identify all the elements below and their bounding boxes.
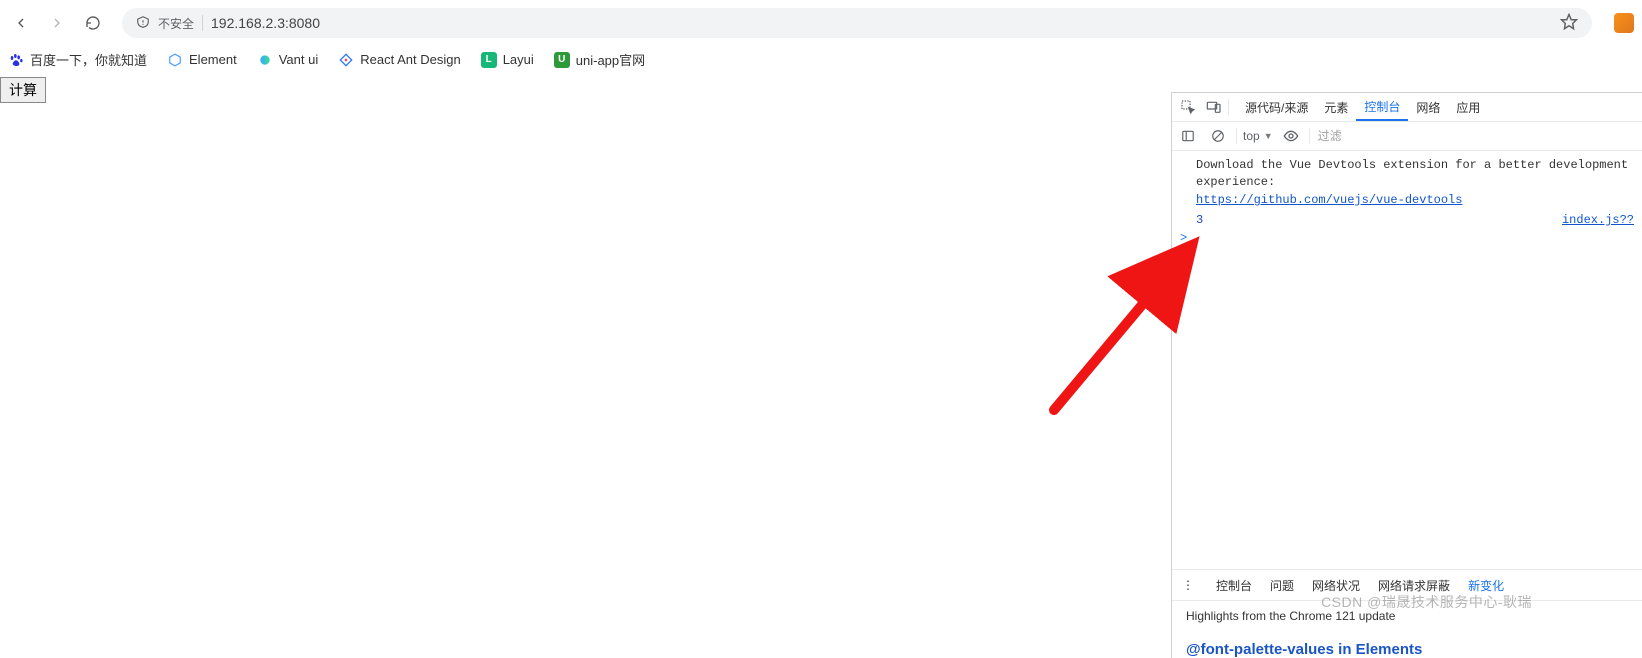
devtools-panel: 源代码/来源 元素 控制台 网络 应用 top ▼ Download the V…: [1171, 92, 1642, 658]
tab-network[interactable]: 网络: [1408, 93, 1448, 121]
bookmark-uniapp[interactable]: U uni-app官网: [554, 50, 645, 69]
tab-sources[interactable]: 源代码/来源: [1237, 93, 1316, 121]
layui-icon: L: [481, 52, 497, 68]
vue-devtools-link[interactable]: https://github.com/vuejs/vue-devtools: [1196, 193, 1462, 207]
inspect-element-icon[interactable]: [1176, 95, 1200, 119]
console-log-source[interactable]: index.js??: [1562, 213, 1634, 227]
console-log-value: 3: [1196, 213, 1562, 227]
device-toolbar-icon[interactable]: [1202, 95, 1226, 119]
address-bar[interactable]: 不安全 192.168.2.3:8080: [122, 8, 1592, 38]
bookmark-layui[interactable]: L Layui: [481, 52, 534, 68]
divider: [202, 15, 203, 31]
context-value: top: [1243, 129, 1260, 143]
bookmark-element[interactable]: Element: [167, 52, 237, 68]
drawer-tab-net-block[interactable]: 网络请求屏蔽: [1378, 577, 1450, 594]
address-url: 192.168.2.3:8080: [211, 15, 1552, 31]
chevron-down-icon: ▼: [1264, 131, 1273, 141]
forward-button[interactable]: [44, 10, 70, 36]
diamond-icon: [338, 52, 354, 68]
more-icon[interactable]: ⋮: [1182, 578, 1194, 592]
tab-elements[interactable]: 元素: [1316, 93, 1356, 121]
vant-icon: [257, 52, 273, 68]
element-icon: [167, 52, 183, 68]
tab-console[interactable]: 控制台: [1356, 93, 1408, 121]
tab-application[interactable]: 应用: [1448, 93, 1488, 121]
whatsnew-highlights: Highlights from the Chrome 121 update: [1172, 600, 1642, 631]
browser-top-bar: 不安全 192.168.2.3:8080: [0, 0, 1642, 46]
whatsnew-headline: @font-palette-values in Elements: [1172, 631, 1642, 658]
drawer-tab-console[interactable]: 控制台: [1216, 577, 1252, 594]
bookmark-baidu[interactable]: 百度一下，你就知道: [8, 50, 147, 69]
divider: [1309, 128, 1310, 144]
devtools-drawer-tabs: ⋮ 控制台 问题 网络状况 网络请求屏蔽 新变化: [1172, 569, 1642, 600]
bookmarks-bar: 百度一下，你就知道 Element Vant ui React Ant Desi…: [0, 46, 1642, 77]
insecure-icon: [136, 15, 150, 32]
console-toolbar: top ▼: [1172, 122, 1642, 151]
uniapp-icon: U: [554, 52, 570, 68]
console-message: Download the Vue Devtools extension for …: [1172, 155, 1642, 211]
divider: [1228, 99, 1229, 115]
sidebar-toggle-icon[interactable]: [1176, 124, 1200, 148]
paw-icon: [8, 52, 24, 68]
clear-console-icon[interactable]: [1206, 124, 1230, 148]
calc-button[interactable]: 计算: [0, 77, 46, 103]
bookmark-label: uni-app官网: [576, 50, 645, 69]
extension-metamask-icon[interactable]: [1614, 13, 1634, 33]
bookmark-react-antd[interactable]: React Ant Design: [338, 52, 460, 68]
console-message-text: Download the Vue Devtools extension for …: [1196, 158, 1635, 189]
console-log-row: 3 index.js??: [1172, 211, 1642, 229]
bookmark-label: Layui: [503, 52, 534, 67]
devtools-topbar: 源代码/来源 元素 控制台 网络 应用: [1172, 93, 1642, 122]
drawer-tab-net-conditions[interactable]: 网络状况: [1312, 577, 1360, 594]
bookmark-label: Vant ui: [279, 52, 319, 67]
drawer-tab-issues[interactable]: 问题: [1270, 577, 1294, 594]
console-prompt[interactable]: >: [1172, 229, 1642, 247]
eye-icon[interactable]: [1279, 124, 1303, 148]
star-icon[interactable]: [1560, 13, 1578, 34]
insecure-label: 不安全: [158, 15, 194, 32]
bookmark-label: Element: [189, 52, 237, 67]
console-filter-input[interactable]: [1316, 128, 1638, 144]
console-body[interactable]: Download the Vue Devtools extension for …: [1172, 151, 1642, 569]
bookmark-label: 百度一下，你就知道: [30, 50, 147, 69]
reload-button[interactable]: [80, 10, 106, 36]
bookmark-label: React Ant Design: [360, 52, 460, 67]
divider: [1236, 128, 1237, 144]
bookmark-vant[interactable]: Vant ui: [257, 52, 319, 68]
drawer-tab-whatsnew[interactable]: 新变化: [1468, 577, 1504, 594]
devtools-tabs: 源代码/来源 元素 控制台 网络 应用: [1237, 93, 1488, 121]
context-selector[interactable]: top ▼: [1243, 129, 1273, 143]
back-button[interactable]: [8, 10, 34, 36]
